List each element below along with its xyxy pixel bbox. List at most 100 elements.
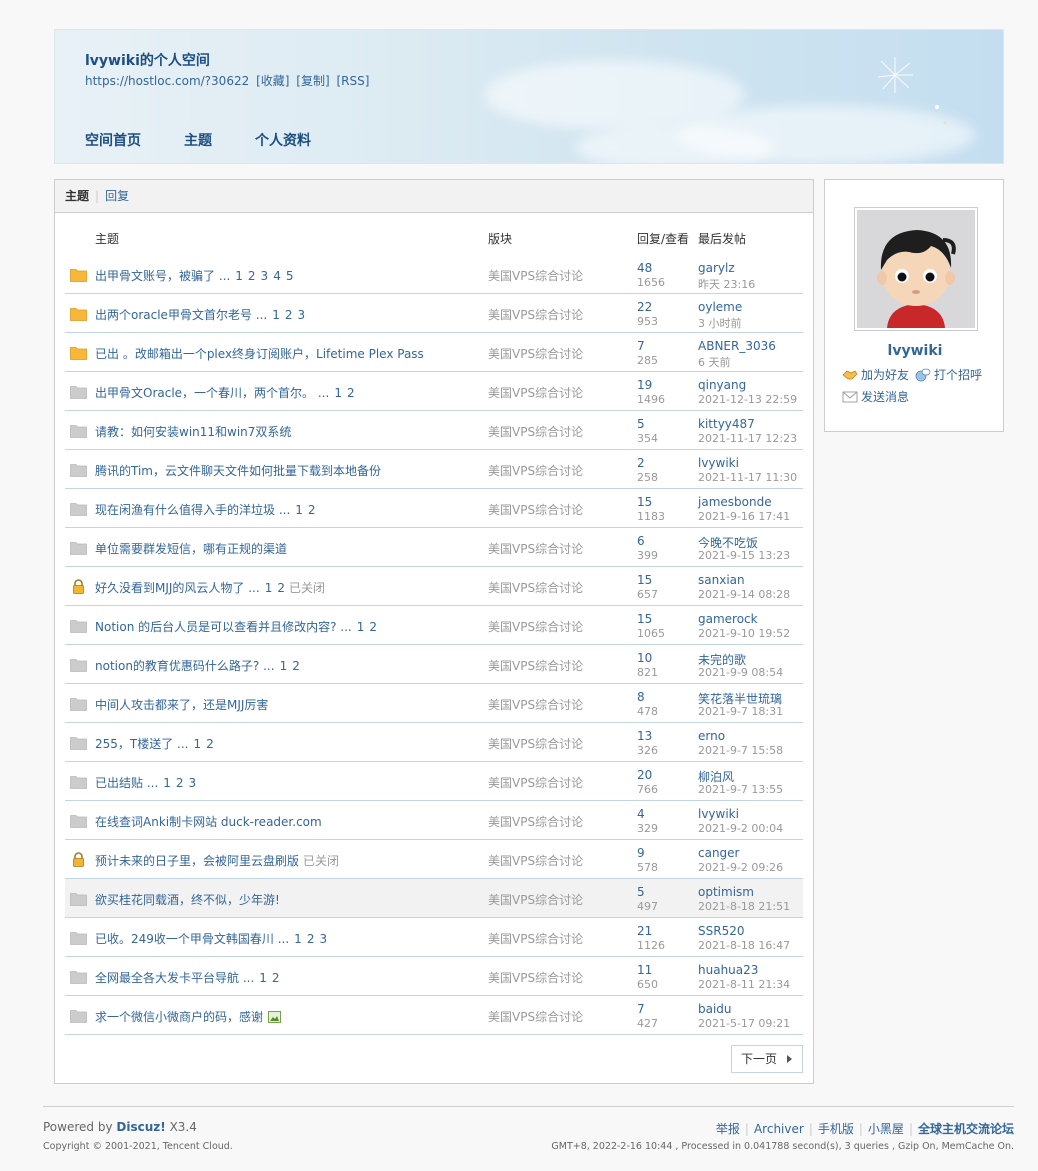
last-post-time[interactable]: 3 小时前 — [698, 315, 742, 331]
last-post-user[interactable]: sanxian — [698, 573, 745, 587]
last-post-time[interactable]: 2021-5-17 09:21 — [698, 1017, 790, 1030]
nav-space-home[interactable]: 空间首页 — [85, 130, 141, 150]
thread-title-link[interactable]: Notion 的后台人员是可以查看并且修改内容? ... — [95, 620, 352, 634]
thread-forum-link[interactable]: 美国VPS综合讨论 — [488, 774, 583, 791]
last-post-user[interactable]: garylz — [698, 261, 735, 275]
thread-forum-link[interactable]: 美国VPS综合讨论 — [488, 930, 583, 947]
reply-count[interactable]: 10 — [637, 651, 652, 665]
thread-page-link[interactable]: 3 — [189, 776, 197, 790]
thread-page-link[interactable]: 4 — [273, 269, 281, 283]
last-post-time[interactable]: 2021-8-18 21:51 — [698, 900, 790, 913]
reply-count[interactable]: 15 — [637, 495, 652, 509]
thread-forum-link[interactable]: 美国VPS综合讨论 — [488, 462, 583, 479]
reply-count[interactable]: 8 — [637, 690, 645, 704]
thread-page-link[interactable]: 3 — [261, 269, 269, 283]
thread-page-link[interactable]: 1 — [194, 737, 202, 751]
thread-page-link[interactable]: 2 — [308, 503, 316, 517]
thread-page-link[interactable]: 2 — [307, 932, 315, 946]
last-post-time[interactable]: 2021-8-18 16:47 — [698, 939, 790, 952]
last-post-time[interactable]: 昨天 23:16 — [698, 276, 755, 292]
last-post-time[interactable]: 6 天前 — [698, 354, 731, 370]
footer-link-blacklist[interactable]: 小黑屋 — [868, 1122, 904, 1136]
thread-title-link[interactable]: 出甲骨文账号，被骗了 ... — [95, 269, 230, 283]
last-post-time[interactable]: 2021-9-9 08:54 — [698, 666, 783, 679]
next-page-button[interactable]: 下一页 — [731, 1045, 803, 1073]
reply-count[interactable]: 5 — [637, 417, 645, 431]
thread-forum-link[interactable]: 美国VPS综合讨论 — [488, 618, 583, 635]
thread-forum-link[interactable]: 美国VPS综合讨论 — [488, 540, 583, 557]
last-post-time[interactable]: 2021-11-17 12:23 — [698, 432, 797, 445]
thread-forum-link[interactable]: 美国VPS综合讨论 — [488, 423, 583, 440]
nav-profile[interactable]: 个人资料 — [255, 130, 311, 150]
reply-count[interactable]: 4 — [637, 807, 645, 821]
last-post-time[interactable]: 2021-8-11 21:34 — [698, 978, 790, 991]
thread-page-link[interactable]: 2 — [206, 737, 214, 751]
thread-title-link[interactable]: 已出 。改邮箱出一个plex终身订阅账户，Lifetime Plex Pass — [95, 347, 424, 361]
thread-page-link[interactable]: 1 — [235, 269, 243, 283]
last-post-time[interactable]: 2021-12-13 22:59 — [698, 393, 797, 406]
last-post-user[interactable]: huahua23 — [698, 963, 758, 977]
thread-page-link[interactable]: 1 — [259, 971, 267, 985]
thread-title-link[interactable]: 现在闲渔有什么值得入手的洋垃圾 ... — [95, 503, 290, 517]
add-friend-button[interactable]: 加为好友 — [842, 366, 909, 383]
footer-link-mobile[interactable]: 手机版 — [818, 1122, 854, 1136]
last-post-time[interactable]: 2021-9-7 13:55 — [698, 783, 783, 796]
thread-title-link[interactable]: 出甲骨文Oracle，一个春川，两个首尔。 ... — [95, 386, 329, 400]
last-post-time[interactable]: 2021-9-7 15:58 — [698, 744, 783, 757]
thread-forum-link[interactable]: 美国VPS综合讨论 — [488, 579, 583, 596]
thread-page-link[interactable]: 2 — [369, 620, 377, 634]
footer-link-archiver[interactable]: Archiver — [754, 1122, 804, 1136]
tab-replies[interactable]: 回复 — [105, 189, 129, 203]
nav-threads[interactable]: 主题 — [184, 130, 212, 150]
thread-title-link[interactable]: 在线查词Anki制卡网站 duck-reader.com — [95, 815, 322, 829]
profile-username[interactable]: lvywiki — [825, 343, 1005, 359]
last-post-user[interactable]: baidu — [698, 1002, 732, 1016]
last-post-time[interactable]: 2021-11-17 11:30 — [698, 471, 797, 484]
thread-page-link[interactable]: 2 — [277, 581, 285, 595]
thread-forum-link[interactable]: 美国VPS综合讨论 — [488, 306, 583, 323]
last-post-user[interactable]: optimism — [698, 885, 754, 899]
thread-forum-link[interactable]: 美国VPS综合讨论 — [488, 384, 583, 401]
reply-count[interactable]: 9 — [637, 846, 645, 860]
thread-page-link[interactable]: 1 — [163, 776, 171, 790]
thread-page-link[interactable]: 1 — [272, 308, 280, 322]
reply-count[interactable]: 21 — [637, 924, 652, 938]
thread-page-link[interactable]: 1 — [334, 386, 342, 400]
last-post-time[interactable]: 2021-9-14 08:28 — [698, 588, 790, 601]
thread-title-link[interactable]: notion的教育优惠码什么路子? ... — [95, 659, 275, 673]
reply-count[interactable]: 13 — [637, 729, 652, 743]
thread-forum-link[interactable]: 美国VPS综合讨论 — [488, 852, 583, 869]
thread-title-link[interactable]: 腾讯的Tim，云文件聊天文件如何批量下载到本地备份 — [95, 464, 381, 478]
last-post-time[interactable]: 2021-9-7 18:31 — [698, 705, 783, 718]
space-title[interactable]: lvywiki的个人空间 — [85, 50, 210, 70]
thread-forum-link[interactable]: 美国VPS综合讨论 — [488, 657, 583, 674]
last-post-user[interactable]: qinyang — [698, 378, 746, 392]
last-post-user[interactable]: canger — [698, 846, 740, 860]
last-post-user[interactable]: gamerock — [698, 612, 758, 626]
thread-forum-link[interactable]: 美国VPS综合讨论 — [488, 345, 583, 362]
thread-forum-link[interactable]: 美国VPS综合讨论 — [488, 891, 583, 908]
last-post-time[interactable]: 2021-9-2 00:04 — [698, 822, 783, 835]
last-post-time[interactable]: 2021-9-16 17:41 — [698, 510, 790, 523]
thread-page-link[interactable]: 1 — [357, 620, 365, 634]
thread-page-link[interactable]: 2 — [272, 971, 280, 985]
thread-title-link[interactable]: 已出结贴 ... — [95, 776, 158, 790]
thread-title-link[interactable]: 请教：如何安装win11和win7双系统 — [95, 425, 291, 439]
last-post-time[interactable]: 2021-9-2 09:26 — [698, 861, 783, 874]
thread-title-link[interactable]: 欲买桂花同载酒，终不似，少年游! — [95, 893, 280, 907]
thread-page-link[interactable]: 2 — [347, 386, 355, 400]
reply-count[interactable]: 22 — [637, 300, 652, 314]
thread-title-link[interactable]: 255，T楼送了 ... — [95, 737, 189, 751]
thread-page-link[interactable]: 2 — [176, 776, 184, 790]
footer-link-forum[interactable]: 全球主机交流论坛 — [918, 1122, 1014, 1136]
thread-title-link[interactable]: 已收。249收一个甲骨文韩国春川 ... — [95, 932, 289, 946]
space-url[interactable]: https://hostloc.com/?30622 — [85, 74, 249, 88]
reply-count[interactable]: 20 — [637, 768, 652, 782]
last-post-user[interactable]: SSR520 — [698, 924, 744, 938]
thread-forum-link[interactable]: 美国VPS综合讨论 — [488, 969, 583, 986]
footer-link-report[interactable]: 举报 — [716, 1122, 740, 1136]
reply-count[interactable]: 19 — [637, 378, 652, 392]
avatar[interactable] — [854, 207, 978, 331]
thread-forum-link[interactable]: 美国VPS综合讨论 — [488, 1008, 583, 1025]
thread-page-link[interactable]: 5 — [286, 269, 294, 283]
